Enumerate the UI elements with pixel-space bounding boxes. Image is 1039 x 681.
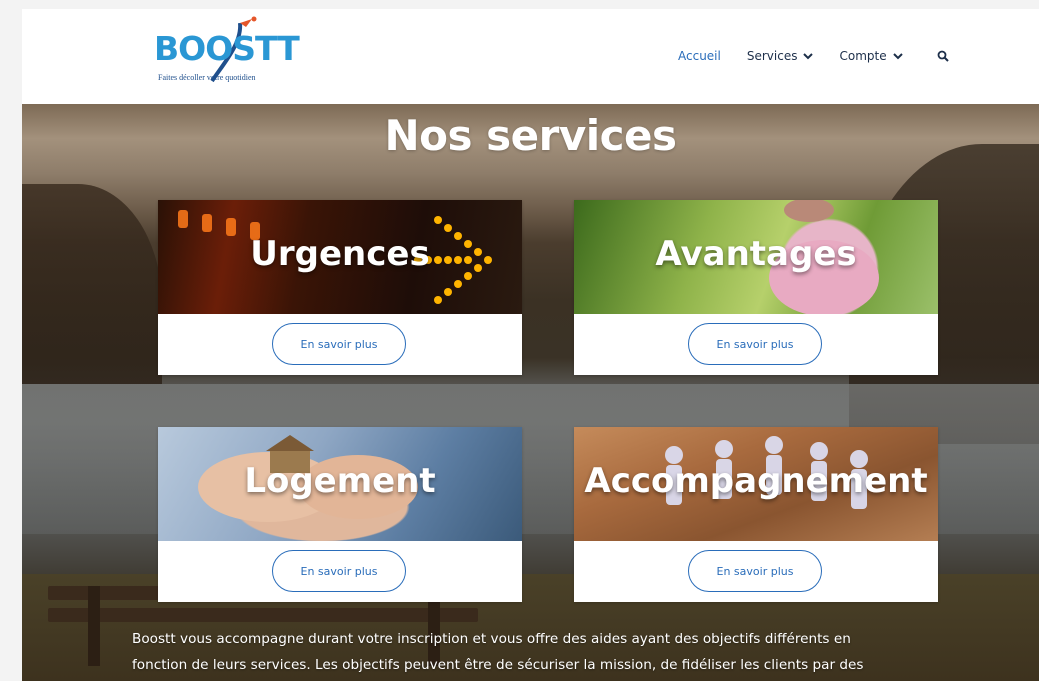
en-savoir-plus-button[interactable]: En savoir plus	[688, 323, 822, 365]
services-description: Boostt vous accompagne durant votre insc…	[132, 626, 972, 678]
nav-item-compte[interactable]: Compte	[839, 49, 903, 63]
chevron-down-icon	[892, 52, 903, 59]
boostt-logo[interactable]: BOOSTT Faites décoller votre quotidien	[154, 13, 300, 93]
nav-item-label: Accueil	[678, 49, 721, 63]
nav-item-label: Compte	[839, 49, 887, 63]
card-title: Logement	[244, 461, 436, 501]
search-icon	[937, 50, 949, 62]
en-savoir-plus-button[interactable]: En savoir plus	[272, 550, 406, 592]
background-trees-left	[22, 184, 162, 384]
service-card-avantages: Avantages En savoir plus	[574, 200, 938, 375]
page: BOOSTT Faites décoller votre quotidien A…	[22, 9, 1039, 681]
description-line-1: Boostt vous accompagne durant votre insc…	[132, 631, 851, 647]
chevron-down-icon	[803, 52, 814, 59]
en-savoir-plus-button[interactable]: En savoir plus	[688, 550, 822, 592]
main-navigation: Accueil Services Compte	[678, 46, 949, 66]
page-title: Nos services	[384, 111, 677, 160]
nav-item-services[interactable]: Services	[747, 49, 814, 63]
card-image-avantages: Avantages	[574, 200, 938, 314]
nav-item-label: Services	[746, 49, 798, 63]
card-title: Urgences	[250, 234, 430, 274]
card-image-urgences: Urgences	[158, 200, 522, 314]
card-image-logement: Logement	[158, 427, 522, 541]
logo-tagline: Faites décoller votre quotidien	[158, 73, 256, 82]
service-card-accompagnement: Accompagnement En savoir plus	[574, 427, 938, 602]
service-card-urgences: Urgences En savoir plus	[158, 200, 522, 375]
site-header: BOOSTT Faites décoller votre quotidien A…	[22, 9, 1039, 104]
card-title: Avantages	[655, 234, 857, 274]
card-image-accompagnement: Accompagnement	[574, 427, 938, 541]
search-button[interactable]	[937, 50, 949, 62]
logo-wordmark: BOOSTT	[154, 29, 300, 68]
card-title: Accompagnement	[584, 461, 928, 501]
nav-item-accueil[interactable]: Accueil	[678, 49, 721, 63]
en-savoir-plus-button[interactable]: En savoir plus	[272, 323, 406, 365]
description-line-2: fonction de leurs services. Les objectif…	[132, 657, 864, 673]
service-card-logement: Logement En savoir plus	[158, 427, 522, 602]
